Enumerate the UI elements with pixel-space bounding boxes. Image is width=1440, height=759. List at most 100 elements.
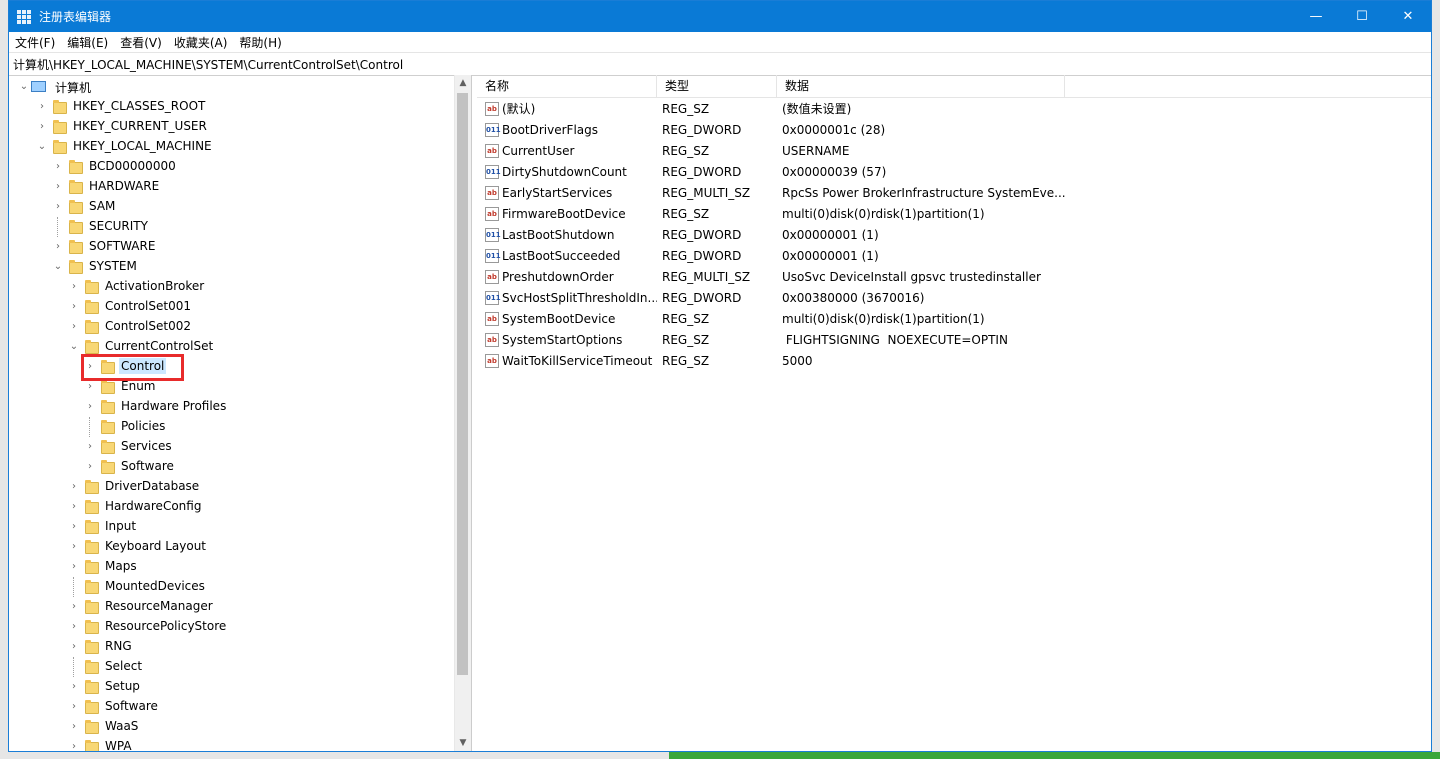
tree-node[interactable]: › WaaS — [9, 717, 455, 737]
menu-help[interactable]: 帮助(H) — [233, 34, 287, 51]
scroll-down-icon[interactable]: ▼ — [455, 735, 471, 751]
tree-node[interactable]: ⌄ 计算机 — [9, 77, 455, 97]
value-row[interactable]: ab PreshutdownOrder REG_MULTI_SZ UsoSvc Dev… — [477, 266, 1431, 287]
tree-node-label[interactable]: SECURITY — [87, 218, 150, 234]
tree-node-label[interactable]: MountedDevices — [103, 578, 207, 594]
value-row[interactable]: ab SystemBootDevice REG_SZ multi(0)disk(0)r… — [477, 308, 1431, 329]
tree-node[interactable]: ⌄ HKEY_LOCAL_MACHINE — [9, 137, 455, 157]
scroll-up-icon[interactable]: ▲ — [455, 75, 471, 91]
value-row[interactable]: ab EarlyStartServices REG_MULTI_SZ RpcSs Po… — [477, 182, 1431, 203]
tree-node[interactable]: › Input — [9, 517, 455, 537]
tree-node-label[interactable]: 计算机 — [53, 78, 93, 97]
tree-node[interactable]: › ControlSet002 — [9, 317, 455, 337]
maximize-button[interactable]: ☐ — [1339, 1, 1385, 32]
chevron-right-icon[interactable]: › — [69, 322, 79, 332]
chevron-right-icon[interactable]: › — [69, 642, 79, 652]
value-row[interactable]: ab FirmwareBootDevice REG_SZ multi(0)disk(0… — [477, 203, 1431, 224]
tree-node-label[interactable]: Policies — [119, 418, 167, 434]
tree-node-label[interactable]: HARDWARE — [87, 178, 161, 194]
chevron-right-icon[interactable]: › — [69, 602, 79, 612]
tree-node-label[interactable]: ControlSet002 — [103, 318, 193, 334]
tree-node-label[interactable]: DriverDatabase — [103, 478, 201, 494]
tree-node[interactable]: Policies — [9, 417, 455, 437]
chevron-right-icon[interactable]: › — [69, 302, 79, 312]
chevron-right-icon[interactable]: › — [85, 382, 95, 392]
tree-node-label[interactable]: ResourcePolicyStore — [103, 618, 228, 634]
value-row[interactable]: 011 BootDriverFlags REG_DWORD 0x0000001c (2… — [477, 119, 1431, 140]
tree-node[interactable]: › Software — [9, 457, 455, 477]
tree-node-label[interactable]: ControlSet001 — [103, 298, 193, 314]
tree-node-label[interactable]: Input — [103, 518, 138, 534]
chevron-right-icon[interactable]: › — [53, 162, 63, 172]
tree-node-label[interactable]: Select — [103, 658, 144, 674]
scroll-thumb[interactable] — [457, 93, 468, 675]
tree-node[interactable]: › ResourceManager — [9, 597, 455, 617]
tree-node[interactable]: › HARDWARE — [9, 177, 455, 197]
chevron-down-icon[interactable]: ⌄ — [69, 342, 79, 352]
tree-node[interactable]: › Control — [9, 357, 455, 377]
tree-node[interactable]: › HKEY_CURRENT_USER — [9, 117, 455, 137]
tree-node-label[interactable]: RNG — [103, 638, 134, 654]
tree-node-label[interactable]: Keyboard Layout — [103, 538, 208, 554]
minimize-button[interactable]: — — [1293, 1, 1339, 32]
value-row[interactable]: ab WaitToKillServiceTimeout REG_SZ 5000 — [477, 350, 1431, 371]
title-bar[interactable]: 注册表编辑器 — ☐ ✕ — [9, 1, 1431, 32]
chevron-right-icon[interactable]: › — [53, 202, 63, 212]
tree-node[interactable]: SECURITY — [9, 217, 455, 237]
tree-node[interactable]: MountedDevices — [9, 577, 455, 597]
column-type[interactable]: 类型 — [657, 75, 777, 97]
chevron-right-icon[interactable]: › — [69, 522, 79, 532]
tree-node[interactable]: › SAM — [9, 197, 455, 217]
tree-node-label[interactable]: Maps — [103, 558, 139, 574]
tree-node[interactable]: › ControlSet001 — [9, 297, 455, 317]
tree-node[interactable]: Select — [9, 657, 455, 677]
column-data[interactable]: 数据 — [777, 75, 1065, 97]
tree-node-label[interactable]: BCD00000000 — [87, 158, 178, 174]
tree-node-label[interactable]: Hardware Profiles — [119, 398, 228, 414]
chevron-right-icon[interactable]: › — [69, 482, 79, 492]
column-name[interactable]: 名称 — [477, 75, 657, 97]
tree-node-label[interactable]: Software — [103, 698, 160, 714]
tree-node[interactable]: › ActivationBroker — [9, 277, 455, 297]
chevron-down-icon[interactable]: ⌄ — [53, 262, 63, 272]
tree-node-label[interactable]: ResourceManager — [103, 598, 215, 614]
tree-node[interactable]: › DriverDatabase — [9, 477, 455, 497]
tree-node-label[interactable]: Software — [119, 458, 176, 474]
chevron-down-icon[interactable]: ⌄ — [19, 82, 29, 92]
address-bar[interactable]: 计算机\HKEY_LOCAL_MACHINE\SYSTEM\CurrentCon… — [9, 53, 1431, 76]
tree-node[interactable]: › Hardware Profiles — [9, 397, 455, 417]
chevron-right-icon[interactable]: › — [69, 722, 79, 732]
tree-scrollbar[interactable]: ▲ ▼ — [454, 75, 471, 751]
tree-node-label[interactable]: SOFTWARE — [87, 238, 157, 254]
menu-favorites[interactable]: 收藏夹(A) — [168, 34, 234, 51]
tree-node[interactable]: › Keyboard Layout — [9, 537, 455, 557]
tree-node-label[interactable]: WPA — [103, 738, 134, 751]
chevron-down-icon[interactable]: ⌄ — [37, 142, 47, 152]
chevron-right-icon[interactable]: › — [85, 402, 95, 412]
menu-view[interactable]: 查看(V) — [114, 34, 168, 51]
tree-node-label[interactable]: Services — [119, 438, 174, 454]
tree-node[interactable]: › HardwareConfig — [9, 497, 455, 517]
tree-node-label[interactable]: SAM — [87, 198, 117, 214]
tree-node[interactable]: › BCD00000000 — [9, 157, 455, 177]
tree-node-label[interactable]: Setup — [103, 678, 142, 694]
chevron-right-icon[interactable]: › — [37, 102, 47, 112]
chevron-right-icon[interactable]: › — [69, 622, 79, 632]
chevron-right-icon[interactable]: › — [53, 182, 63, 192]
value-row[interactable]: 011 SvcHostSplitThresholdIn... REG_DWORD 0x… — [477, 287, 1431, 308]
tree-node[interactable]: ⌄ SYSTEM — [9, 257, 455, 277]
tree-node[interactable]: › WPA — [9, 737, 455, 751]
tree-node-label[interactable]: ActivationBroker — [103, 278, 206, 294]
chevron-right-icon[interactable]: › — [69, 702, 79, 712]
chevron-right-icon[interactable]: › — [85, 442, 95, 452]
value-row[interactable]: 011 LastBootShutdown REG_DWORD 0x00000001 (… — [477, 224, 1431, 245]
tree-node[interactable]: › HKEY_CLASSES_ROOT — [9, 97, 455, 117]
tree-node[interactable]: ⌄ CurrentControlSet — [9, 337, 455, 357]
tree-node[interactable]: › Software — [9, 697, 455, 717]
tree-node[interactable]: › ResourcePolicyStore — [9, 617, 455, 637]
tree-node-label[interactable]: HKEY_CURRENT_USER — [71, 118, 209, 134]
chevron-right-icon[interactable]: › — [85, 462, 95, 472]
tree-node-label[interactable]: HKEY_LOCAL_MACHINE — [71, 138, 214, 154]
menu-edit[interactable]: 编辑(E) — [61, 34, 114, 51]
value-row[interactable]: ab SystemStartOptions REG_SZ FLIGHTSIGNING… — [477, 329, 1431, 350]
